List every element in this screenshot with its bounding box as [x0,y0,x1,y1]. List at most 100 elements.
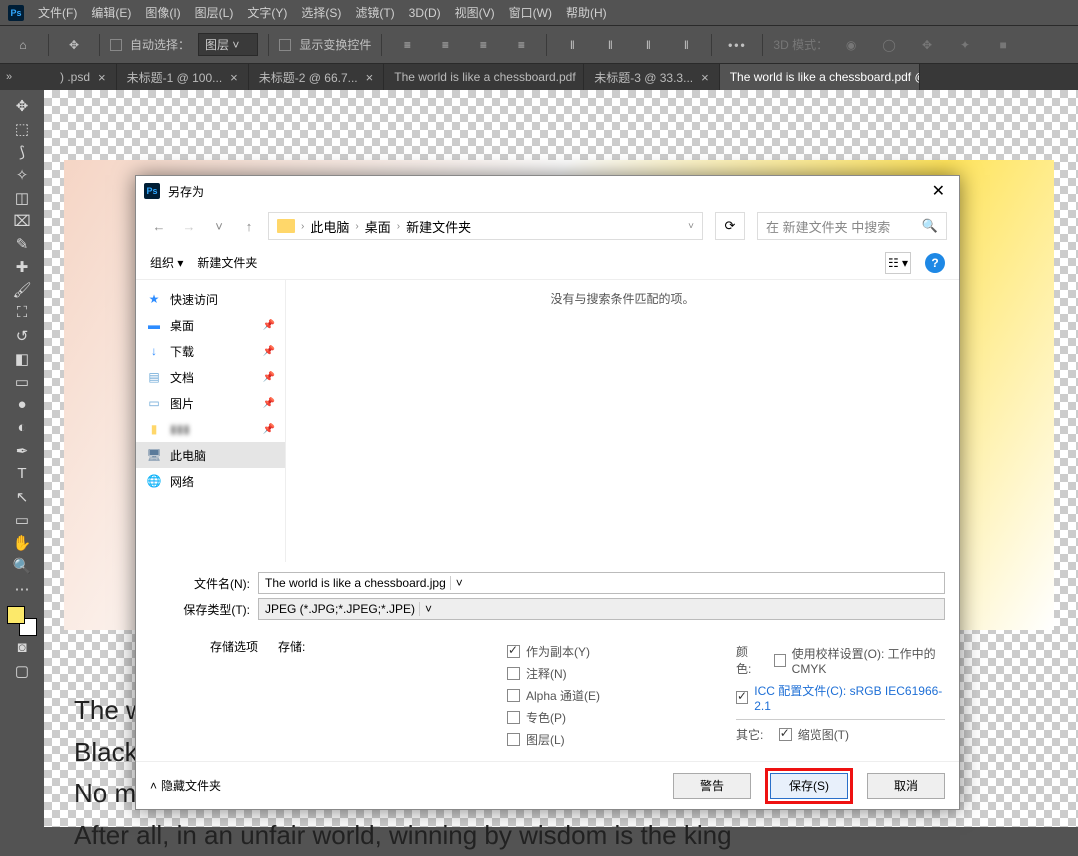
eyedropper-tool-icon[interactable]: ✎ [5,232,39,255]
menu-file[interactable]: 文件(F) [38,4,77,21]
tab[interactable]: 未标题-1 @ 100...× [117,64,249,90]
menu-help[interactable]: 帮助(H) [566,4,607,21]
back-icon[interactable]: ← [148,219,170,234]
notes-checkbox[interactable] [507,667,520,680]
chevron-down-icon[interactable]: ˅ [419,602,437,616]
zoom-tool-icon[interactable]: 🔍 [5,554,39,577]
sidebar-item-desktop[interactable]: ▬桌面📌 [136,312,285,338]
close-icon[interactable]: ✕ [926,181,951,201]
sidebar-item-downloads[interactable]: ↓下载📌 [136,338,285,364]
color-swatches[interactable] [7,606,37,636]
save-button[interactable]: 保存(S) [770,773,848,799]
menu-view[interactable]: 视图(V) [455,4,495,21]
edit-toolbar-icon[interactable]: ⋯ [5,577,39,600]
menu-3d[interactable]: 3D(D) [409,6,441,20]
close-icon[interactable]: × [230,70,238,85]
fg-color-swatch[interactable] [7,606,25,624]
align-icon[interactable]: ≡ [430,32,460,58]
crumb-item[interactable]: 桌面 [365,217,391,236]
search-input[interactable]: 在 新建文件夹 中搜索 🔍 [757,212,947,240]
sidebar-item-folder[interactable]: ▮▮▮▮📌 [136,416,285,442]
wand-tool-icon[interactable]: ✧ [5,163,39,186]
auto-select-dropdown[interactable]: 图层 ˅ [198,33,258,56]
mask-mode-icon[interactable]: ◙ [5,636,39,659]
lasso-tool-icon[interactable]: ⟆ [5,140,39,163]
align-icon[interactable]: ≡ [506,32,536,58]
sidebar-item-thispc[interactable]: 🖥此电脑 [136,442,285,468]
forward-icon[interactable]: → [178,219,200,234]
close-icon[interactable]: × [98,70,106,85]
tab-active[interactable]: The world is like a chessboard.pdf @ 66.… [720,64,920,90]
cancel-button[interactable]: 取消 [867,773,945,799]
hide-folders-toggle[interactable]: ˄ 隐藏文件夹 [150,777,221,794]
tab[interactable]: The world is like a chessboard.pdf× [384,64,584,90]
tab[interactable]: 未标题-3 @ 33.3...× [584,64,719,90]
close-icon[interactable]: × [366,70,374,85]
chevron-down-icon[interactable]: ˅ [450,576,468,590]
thumb-checkbox[interactable] [779,728,792,741]
tab-handle[interactable]: » [0,64,50,90]
sidebar-item-quickaccess[interactable]: ★快速访问 [136,286,285,312]
type-tool-icon[interactable]: T [5,462,39,485]
align-icon[interactable]: ≡ [392,32,422,58]
distribute-icon[interactable]: ‖ [557,32,587,58]
home-icon[interactable]: ⌂ [8,32,38,58]
auto-select-checkbox[interactable] [110,39,122,51]
stamp-tool-icon[interactable]: ⛶ [5,301,39,324]
help-icon[interactable]: ? [925,253,945,273]
pen-tool-icon[interactable]: ✒ [5,439,39,462]
brush-tool-icon[interactable]: 🖌 [5,278,39,301]
tab[interactable]: 未标题-2 @ 66.7...× [249,64,384,90]
history-brush-icon[interactable]: ↺ [5,324,39,347]
screen-mode-icon[interactable]: ▢ [5,659,39,682]
crop-tool-icon[interactable]: ◫ [5,186,39,209]
chevron-down-icon[interactable]: ˅ [688,221,694,232]
chevron-down-icon[interactable]: ˅ [208,219,230,234]
shape-tool-icon[interactable]: ▭ [5,508,39,531]
move-tool-icon[interactable]: ✥ [59,32,89,58]
hand-tool-icon[interactable]: ✋ [5,531,39,554]
menu-image[interactable]: 图像(I) [145,4,180,21]
distribute-icon[interactable]: ‖ [633,32,663,58]
sidebar-item-documents[interactable]: ▤文档📌 [136,364,285,390]
heal-tool-icon[interactable]: ✚ [5,255,39,278]
distribute-icon[interactable]: ‖ [671,32,701,58]
refresh-icon[interactable]: ⟳ [715,212,745,240]
more-icon[interactable]: ••• [722,32,752,58]
menu-filter[interactable]: 滤镜(T) [355,4,394,21]
crumb-item[interactable]: 此电脑 [310,217,349,236]
alpha-checkbox[interactable] [507,689,520,702]
gradient-tool-icon[interactable]: ▭ [5,370,39,393]
spot-checkbox[interactable] [507,711,520,724]
eraser-tool-icon[interactable]: ◧ [5,347,39,370]
crumb-item[interactable]: 新建文件夹 [406,217,471,236]
menu-edit[interactable]: 编辑(E) [91,4,131,21]
menu-select[interactable]: 选择(S) [301,4,341,21]
tab[interactable]: ) .psd× [50,64,117,90]
align-icon[interactable]: ≡ [468,32,498,58]
show-transform-checkbox[interactable] [279,39,291,51]
new-folder-button[interactable]: 新建文件夹 [197,254,257,271]
path-tool-icon[interactable]: ↖ [5,485,39,508]
sidebar-item-network[interactable]: 🌐网络 [136,468,285,494]
warning-button[interactable]: 警告 [673,773,751,799]
marquee-tool-icon[interactable]: ⬚ [5,117,39,140]
filename-input[interactable]: The world is like a chessboard.jpg˅ [258,572,945,594]
move-tool-icon[interactable]: ✥ [5,94,39,117]
sidebar-item-pictures[interactable]: ▭图片📌 [136,390,285,416]
copy-checkbox[interactable] [507,645,520,658]
blur-tool-icon[interactable]: ● [5,393,39,416]
icc-checkbox[interactable] [736,691,748,704]
menu-type[interactable]: 文字(Y) [247,4,287,21]
dodge-tool-icon[interactable]: ◐ [5,416,39,439]
layers-checkbox[interactable] [507,733,520,746]
view-mode-button[interactable]: ☷ ▾ [885,252,911,274]
menu-layer[interactable]: 图层(L) [195,4,234,21]
frame-tool-icon[interactable]: ⌧ [5,209,39,232]
close-icon[interactable]: × [701,70,709,85]
menu-window[interactable]: 窗口(W) [509,4,552,21]
organize-button[interactable]: 组织 ▾ [150,254,183,271]
filetype-select[interactable]: JPEG (*.JPG;*.JPEG;*.JPE)˅ [258,598,945,620]
breadcrumb[interactable]: › 此电脑 › 桌面 › 新建文件夹 ˅ [268,212,703,240]
up-icon[interactable]: ↑ [238,219,260,234]
